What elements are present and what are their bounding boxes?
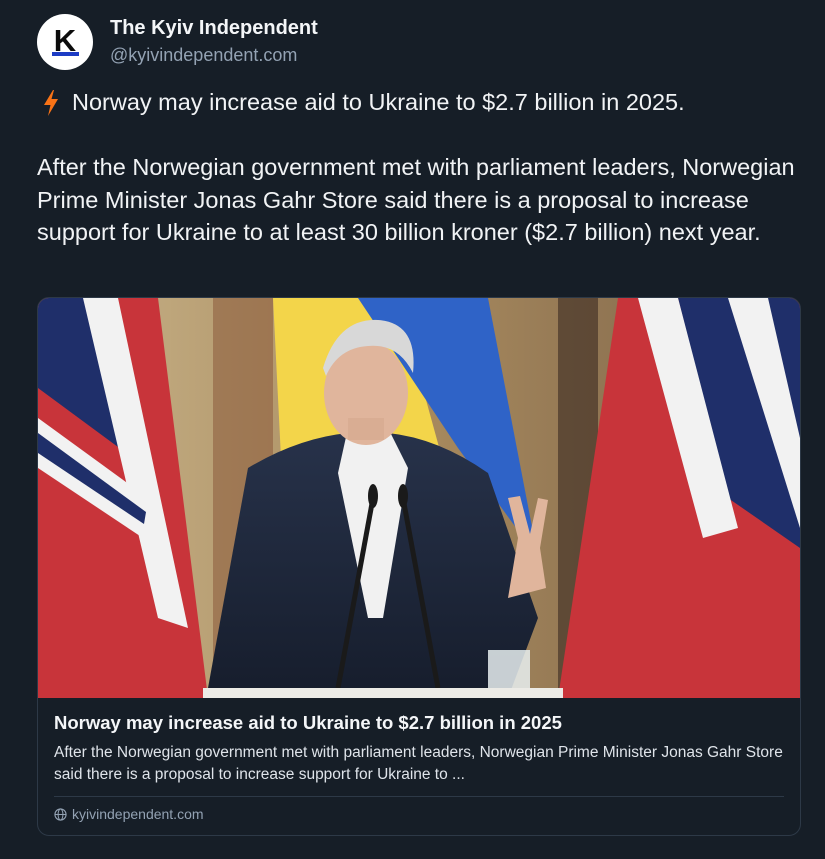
avatar[interactable]: K — [37, 14, 93, 70]
globe-icon — [54, 807, 67, 821]
author-display-name[interactable]: The Kyiv Independent — [110, 17, 318, 40]
avatar-letter: K — [53, 22, 77, 58]
post-headline: Norway may increase aid to Ukraine to $2… — [42, 89, 685, 116]
lightning-bolt-icon — [44, 89, 58, 116]
headline-text: Norway may increase aid to Ukraine to $2… — [72, 89, 685, 115]
link-card-image[interactable] — [38, 298, 800, 698]
author-handle[interactable]: @kyivindependent.com — [110, 45, 297, 66]
link-card-title[interactable]: Norway may increase aid to Ukraine to $2… — [54, 712, 562, 734]
article-photo — [38, 298, 800, 698]
link-card[interactable]: Norway may increase aid to Ukraine to $2… — [37, 297, 801, 836]
post: K The Kyiv Independent @kyivindependent.… — [0, 0, 825, 859]
link-card-divider — [54, 796, 784, 797]
link-card-domain[interactable]: kyivindependent.com — [54, 806, 204, 822]
link-card-description: After the Norwegian government met with … — [54, 744, 783, 783]
post-body: After the Norwegian government met with … — [37, 154, 795, 245]
link-card-domain-text: kyivindependent.com — [72, 806, 204, 822]
avatar-logo-bar — [52, 52, 79, 56]
